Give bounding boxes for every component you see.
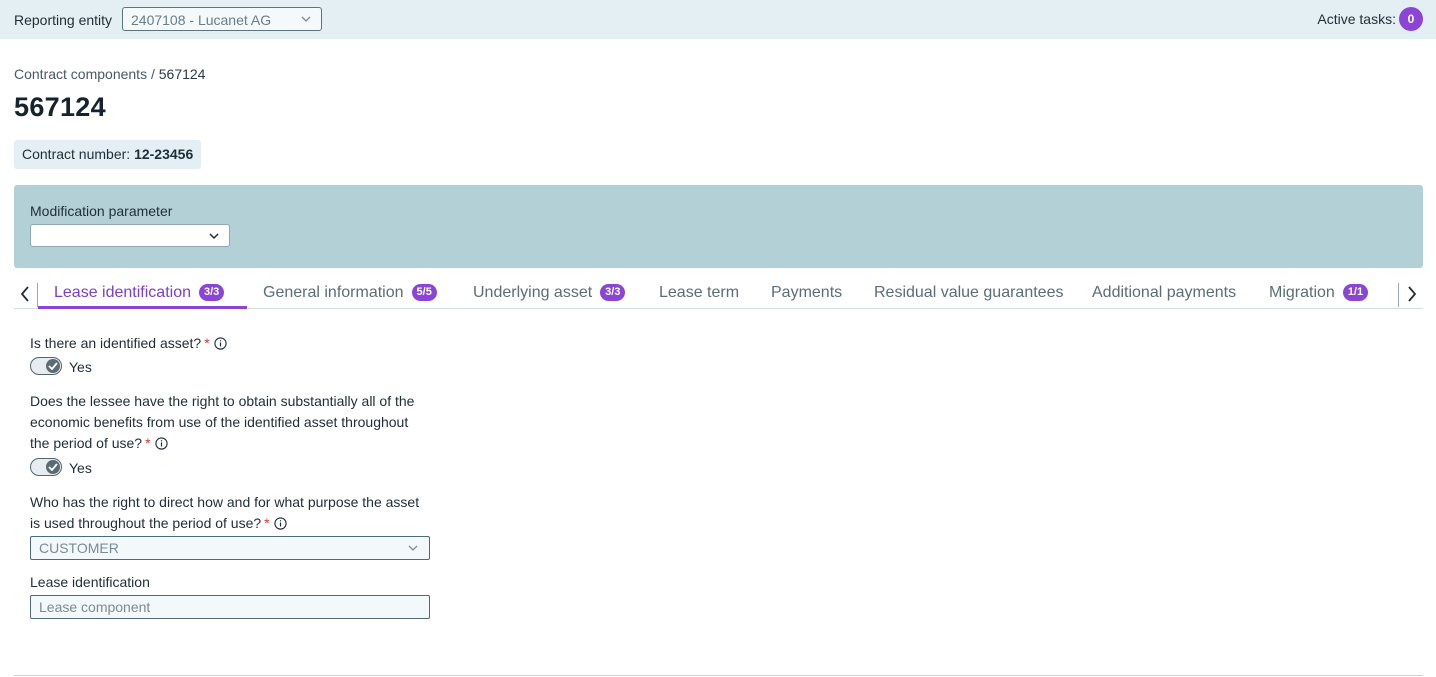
reporting-entity-value: 2407108 - Lucanet AG (131, 12, 272, 28)
economic-benefits-question: Does the lessee have the right to obtain… (30, 393, 415, 451)
required-marker: * (204, 335, 210, 351)
bottom-divider (14, 675, 1423, 676)
chevron-down-icon (408, 545, 418, 551)
active-tab-indicator (38, 306, 247, 309)
tab-divider (37, 283, 38, 307)
toggle-knob (46, 359, 60, 373)
tab-label: General information (263, 284, 404, 301)
info-icon[interactable] (214, 337, 227, 350)
tab-badge: 3/3 (198, 284, 225, 301)
chevron-down-icon (209, 233, 219, 240)
contract-number-chip: Contract number: 12-23456 (14, 140, 202, 169)
breadcrumb-separator: / (147, 66, 159, 82)
tab-badge: 5/5 (411, 284, 437, 301)
tab-label: Lease identification (54, 284, 191, 301)
reporting-entity-label: Reporting entity (14, 12, 113, 28)
chevron-left-icon[interactable] (14, 283, 36, 305)
lease-identification-label: Lease identification (30, 574, 150, 590)
breadcrumb-current: 567124 (158, 66, 206, 82)
check-icon (48, 362, 58, 370)
economic-benefits-toggle-text: Yes (69, 460, 92, 476)
tab-additional-payments[interactable]: Additional payments (1092, 284, 1236, 308)
page-title: 567124 (14, 92, 106, 122)
tab-lease-term[interactable]: Lease term (659, 284, 739, 308)
check-icon (48, 463, 58, 471)
tab-label: Payments (771, 284, 843, 301)
identified-asset-toggle-text: Yes (69, 359, 92, 375)
tab-payments[interactable]: Payments (771, 284, 842, 308)
identified-asset-question: Is there an identified asset? (30, 335, 202, 351)
tab-badge: 1/1 (1342, 284, 1369, 301)
direct-use-select[interactable]: CUSTOMER (30, 536, 430, 560)
toggle-knob (46, 460, 60, 474)
identified-asset-toggle[interactable] (30, 357, 62, 375)
contract-number-value: 12-23456 (134, 146, 194, 162)
tab-lease-identification[interactable]: Lease identification 3/3 (54, 284, 225, 308)
direct-use-label: Who has the right to direct how and for … (30, 492, 430, 534)
lease-identification-input[interactable] (30, 595, 430, 619)
direct-use-select-value: CUSTOMER (39, 540, 119, 556)
chevron-down-icon (301, 16, 311, 22)
breadcrumb-parent-link[interactable]: Contract components (14, 66, 147, 82)
modification-parameter-label: Modification parameter (30, 203, 173, 219)
economic-benefits-toggle[interactable] (30, 458, 62, 476)
info-icon[interactable] (154, 437, 168, 450)
tab-label: Residual value guarantees (874, 284, 1064, 301)
reporting-entity-select[interactable]: 2407108 - Lucanet AG (122, 7, 322, 31)
required-marker: * (264, 515, 270, 531)
identified-asset-label: Is there an identified asset? * (30, 333, 430, 354)
tab-badge: 3/3 (600, 284, 626, 301)
modification-panel: Modification parameter (14, 185, 1423, 268)
required-marker: * (145, 435, 151, 451)
breadcrumb: Contract components / 567124 (14, 66, 205, 82)
tab-divider (1398, 283, 1399, 307)
tab-residual-value-guarantees[interactable]: Residual value guarantees (874, 284, 1063, 308)
top-bar: Reporting entity 2407108 - Lucanet AG Ac… (0, 0, 1436, 39)
economic-benefits-label: Does the lessee have the right to obtain… (30, 391, 430, 454)
modification-parameter-select[interactable] (30, 224, 230, 247)
tab-label: Additional payments (1092, 284, 1237, 301)
tab-label: Migration (1269, 284, 1335, 301)
active-tasks-label: Active tasks: (1317, 11, 1396, 27)
tab-general-information[interactable]: General information 5/5 (263, 284, 437, 308)
tab-migration[interactable]: Migration 1/1 (1269, 284, 1369, 308)
tab-label: Lease term (659, 284, 740, 301)
tab-bar: Lease identification 3/3 General informat… (14, 280, 1423, 309)
active-tasks-badge[interactable]: 0 (1399, 7, 1423, 31)
chevron-right-icon[interactable] (1401, 283, 1423, 305)
info-icon[interactable] (273, 517, 287, 530)
tab-underlying-asset[interactable]: Underlying asset 3/3 (473, 284, 626, 308)
direct-use-question: Who has the right to direct how and for … (30, 494, 420, 531)
tab-label: Underlying asset (473, 284, 593, 301)
contract-number-label: Contract number: (22, 146, 135, 162)
